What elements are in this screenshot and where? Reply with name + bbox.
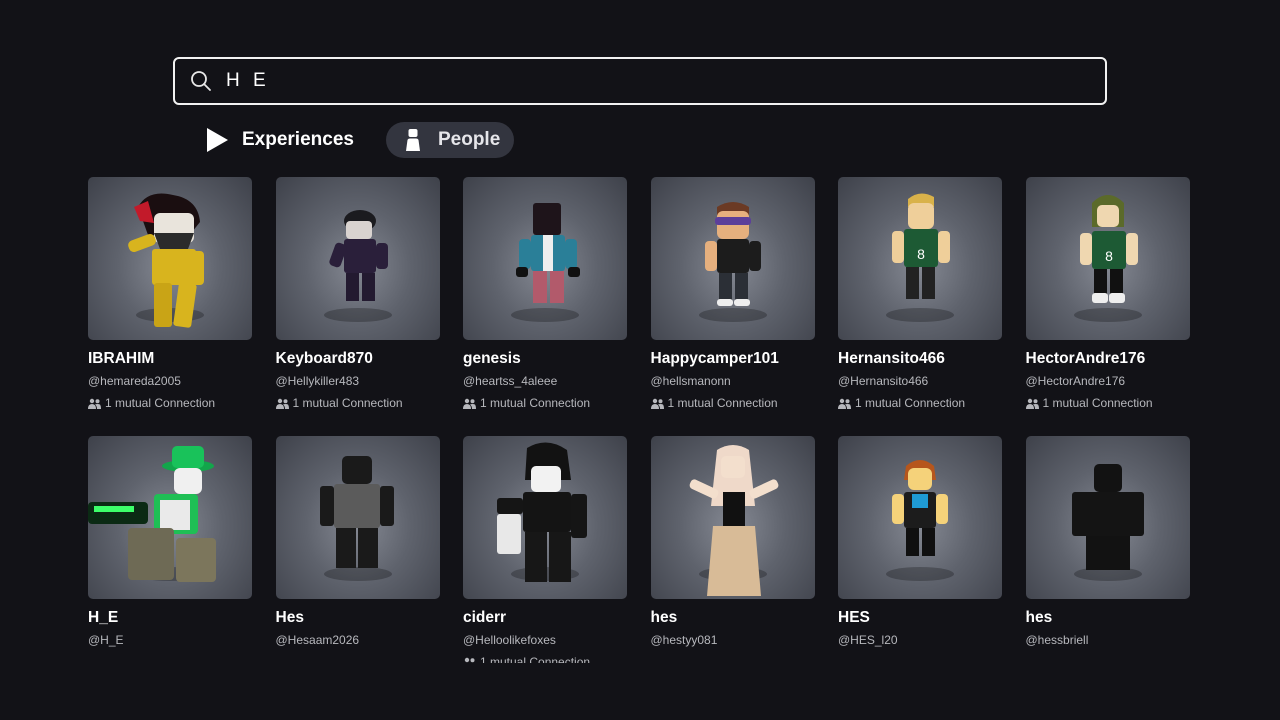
avatar-thumbnail[interactable] [275, 177, 440, 340]
mutual-connections-label: 1 mutual Connection [1042, 396, 1153, 410]
username-handle: @hellsmanonn [650, 374, 731, 388]
username-handle: @Hesaam2026 [275, 633, 360, 647]
mutual-connections: 1 mutual Connection [463, 396, 627, 410]
username-handle: @H_E [88, 633, 124, 647]
avatar-image [886, 460, 954, 581]
person-card[interactable]: HES @HES_l20 [838, 436, 1002, 647]
avatar-image: 8 [886, 193, 954, 322]
avatar-image [319, 456, 394, 581]
username-handle: @hemareda2005 [88, 374, 181, 388]
person-card[interactable]: genesis @heartss_4aleee 1 mutual Connectio… [463, 177, 627, 410]
username-handle: @HES_l20 [838, 633, 898, 647]
username-handle: @Hernansito466 [838, 374, 929, 388]
person-card[interactable]: Keyboard870 @Hellykiller483 1 mutual Conne… [275, 177, 440, 410]
display-name[interactable]: IBRAHIM [88, 350, 252, 368]
person-card[interactable]: Hes @Hesaam2026 [275, 436, 440, 647]
svg-text:8: 8 [917, 246, 925, 262]
mutual-connections-label: 1 mutual Connection [667, 396, 778, 410]
avatar-image [511, 203, 580, 322]
display-name[interactable]: HES [838, 609, 1002, 627]
mutual-connections: 1 mutual Connection [1025, 396, 1190, 410]
avatar-thumbnail[interactable] [88, 177, 252, 340]
friends-icon [464, 657, 475, 663]
avatar-image [128, 193, 204, 328]
username-handle: @hestyy081 [650, 633, 718, 647]
mutual-connections-label: 1 mutual Connection [480, 396, 591, 410]
mutual-connections: 1 mutual Connection [650, 396, 815, 410]
display-name[interactable]: HectorAndre176 [1026, 350, 1190, 368]
mutual-connections: 1 mutual Connection [838, 396, 1002, 410]
avatar-thumbnail[interactable]: 8 [838, 177, 1002, 340]
display-name[interactable]: genesis [463, 350, 627, 368]
mutual-connections-label: 1 mutual Connection [105, 396, 216, 410]
display-name[interactable]: Hes [276, 609, 440, 627]
svg-text:8: 8 [1105, 248, 1113, 264]
display-name[interactable]: H_E [88, 609, 252, 627]
username-handle: @Hellykiller483 [275, 374, 360, 388]
mutual-connections-label: 1 mutual Connection [292, 396, 403, 410]
avatar-image [689, 445, 778, 596]
avatar-image [1071, 464, 1144, 581]
person-card[interactable]: 8 HectorAndre176 @HectorAndre176 1 mutual … [1025, 177, 1190, 410]
friends-icon [275, 398, 289, 409]
display-name[interactable]: Hernansito466 [838, 350, 1002, 368]
avatar-thumbnail[interactable] [463, 436, 627, 599]
display-name[interactable]: hes [1026, 609, 1190, 627]
avatar-thumbnail[interactable] [1025, 436, 1190, 599]
avatar-thumbnail[interactable] [88, 436, 252, 599]
friends-icon [1025, 398, 1039, 409]
mutual-connections-label: 1 mutual Connection [855, 396, 966, 410]
person-card[interactable]: H_E @H_E [88, 436, 252, 647]
person-card[interactable]: Happycamper101 @hellsmanonn 1 mutual Conne… [650, 177, 815, 410]
username-handle: @heartss_4aleee [463, 374, 558, 388]
display-name[interactable]: ciderr [463, 609, 627, 627]
friends-icon [88, 398, 101, 409]
avatar-image [698, 202, 767, 322]
mutual-connections: 1 mutual Connection [275, 396, 440, 410]
mutual-connections: 1 mutual Connection [88, 396, 252, 410]
friends-icon [463, 398, 476, 409]
avatar-image [497, 442, 587, 582]
avatar-thumbnail[interactable] [275, 436, 440, 599]
person-card[interactable]: IBRAHIM @hemareda2005 1 mutual Connection [88, 177, 252, 410]
display-name[interactable]: Keyboard870 [276, 350, 440, 368]
friends-icon [838, 398, 851, 409]
person-card[interactable]: 8 Hernansito466 @Hernansito466 1 mutual Co… [838, 177, 1002, 410]
username-handle: @HectorAndre176 [1025, 374, 1126, 388]
friends-icon [650, 398, 664, 409]
username-handle: @Helloolikefoxes [463, 633, 556, 647]
avatar-image: 8 [1073, 195, 1142, 322]
results-viewport: IBRAHIM @hemareda2005 1 mutual Connection … [0, 0, 1280, 663]
avatar-thumbnail[interactable] [650, 177, 815, 340]
avatar-thumbnail[interactable]: 8 [1025, 177, 1190, 340]
mutual-connections-label: 1 mutual Connection [480, 655, 591, 663]
username-handle: @hessbriell [1025, 633, 1089, 647]
avatar-image [323, 210, 392, 322]
avatar-thumbnail[interactable] [650, 436, 815, 599]
mutual-connections: 1 mutual Connection [463, 655, 627, 663]
display-name[interactable]: Happycamper101 [651, 350, 815, 368]
avatar-image [88, 446, 216, 582]
avatar-thumbnail[interactable] [838, 436, 1002, 599]
display-name[interactable]: hes [651, 609, 815, 627]
avatar-thumbnail[interactable] [463, 177, 627, 340]
person-card[interactable]: hes @hessbriell [1025, 436, 1190, 647]
person-card[interactable]: hes @hestyy081 [650, 436, 815, 647]
person-card[interactable]: ciderr @Helloolikefoxes 1 mutual Connectio… [463, 436, 627, 663]
